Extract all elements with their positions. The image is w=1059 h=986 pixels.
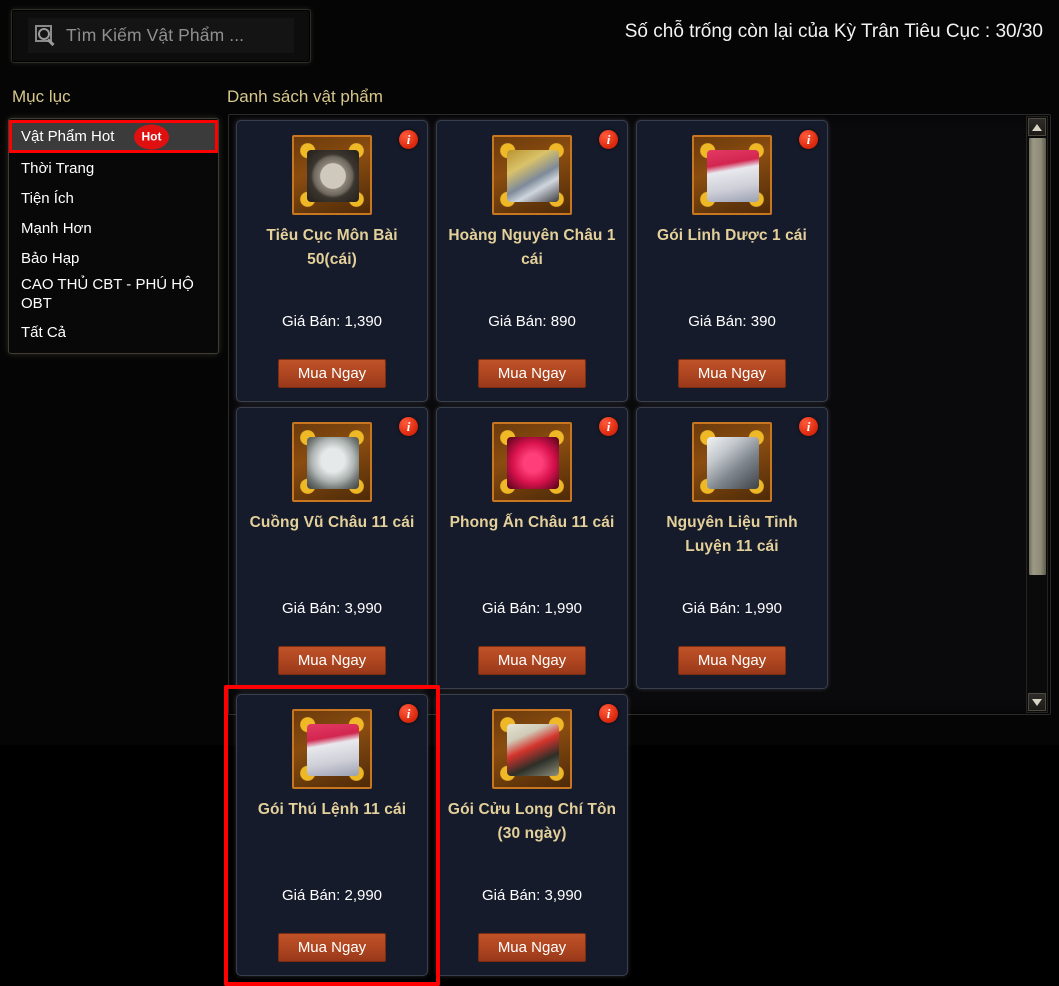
dragon-mask-icon [492, 709, 572, 789]
item-card-wrapper: i Gói Linh Dược 1 cái Giá Bán: 390 Mua Ngay [636, 120, 828, 402]
item-card[interactable]: i Tiêu Cục Môn Bài 50(cái) Giá Bán: 1,390 M… [236, 120, 428, 402]
silver-ore-icon [692, 422, 772, 502]
item-price: Giá Bán: 3,990 [481, 887, 583, 904]
item-card[interactable]: i Cuồng Vũ Châu 11 cái Giá Bán: 3,990 Mua N… [236, 407, 428, 689]
item-name: Gói Cửu Long Chí Tôn (30 ngày) [447, 801, 617, 842]
item-name: Gói Linh Dược 1 cái [657, 227, 807, 244]
sidebar-item-1[interactable]: Vật Phẩm Hot Hot [9, 120, 218, 153]
sidebar-item-5[interactable]: Bảo Hạp [9, 243, 218, 273]
item-price: Giá Bán: 390 [688, 313, 776, 330]
item-card-wrapper: i Phong Ấn Châu 11 cái Giá Bán: 1,990 Mua N… [436, 407, 628, 689]
red-potion-pack-icon [692, 135, 772, 215]
info-icon[interactable]: i [399, 417, 418, 436]
item-grid: i Tiêu Cục Môn Bài 50(cái) Giá Bán: 1,390 M… [224, 120, 1026, 986]
item-name: Cuồng Vũ Châu 11 cái [249, 514, 415, 531]
scrollbar-thumb[interactable] [1029, 138, 1046, 575]
item-card-wrapper: i Nguyên Liệu Tinh Luyện 11 cái Giá Bán: 1… [636, 407, 828, 689]
buy-now-button[interactable]: Mua Ngay [278, 646, 386, 675]
item-card[interactable]: i Gói Thú Lệnh 11 cái Giá Bán: 2,990 Mua Ng… [236, 694, 428, 976]
info-icon[interactable]: i [599, 417, 618, 436]
sidebar-item-3[interactable]: Tiện Ích [9, 183, 218, 213]
hot-badge: Hot [134, 124, 169, 149]
item-name: Nguyên Liệu Tinh Luyện 11 cái [666, 514, 798, 555]
item-name: Tiêu Cục Môn Bài 50(cái) [266, 227, 398, 268]
sidebar-item-label: Tiện Ích [21, 189, 74, 207]
item-price: Giá Bán: 2,990 [281, 887, 383, 904]
info-icon[interactable]: i [399, 130, 418, 149]
scrollbar-track[interactable] [1029, 138, 1046, 691]
item-list-title: Danh sách vật phẩm [227, 87, 383, 106]
item-list-panel: i Tiêu Cục Môn Bài 50(cái) Giá Bán: 1,390 M… [224, 114, 1051, 986]
top-bar: Tìm Kiếm Vật Phẩm ... Số chỗ trống còn l… [0, 0, 1059, 72]
wind-rune-icon [292, 422, 372, 502]
sidebar-item-2[interactable]: Thời Trang [9, 153, 218, 183]
sidebar-item-label: Vật Phẩm Hot [21, 128, 115, 145]
sidebar-item-6[interactable]: CAO THỦ CBT - PHÚ HỘ OBT [9, 273, 218, 317]
info-icon[interactable]: i [399, 704, 418, 723]
sidebar-item-label: Bảo Hạp [21, 249, 80, 267]
item-card[interactable]: i Gói Linh Dược 1 cái Giá Bán: 390 Mua Ngay [636, 120, 828, 402]
golden-orb-icon [492, 135, 572, 215]
chevron-down-icon [1032, 698, 1042, 706]
search-box[interactable]: Tìm Kiếm Vật Phẩm ... [11, 9, 311, 63]
item-price: Giá Bán: 890 [488, 313, 576, 330]
search-input[interactable]: Tìm Kiếm Vật Phẩm ... [66, 25, 244, 46]
buy-now-button[interactable]: Mua Ngay [678, 646, 786, 675]
item-card-wrapper: i Tiêu Cục Môn Bài 50(cái) Giá Bán: 1,390 M… [236, 120, 428, 402]
item-list-scrollbar[interactable] [1026, 116, 1048, 713]
sidebar-item-7[interactable]: Tất Cả [9, 317, 218, 347]
scroll-up-button[interactable] [1028, 118, 1046, 136]
item-card[interactable]: i Hoàng Nguyên Châu 1 cái Giá Bán: 890 Mua … [436, 120, 628, 402]
sidebar-title: Mục lục [12, 87, 71, 106]
sidebar-item-4[interactable]: Mạnh Hơn [9, 213, 218, 243]
item-card[interactable]: i Nguyên Liệu Tinh Luyện 11 cái Giá Bán: 1… [636, 407, 828, 689]
item-card-wrapper: i Gói Thú Lệnh 11 cái Giá Bán: 2,990 Mua Ng… [224, 685, 440, 986]
storage-slot-info: Số chỗ trống còn lại của Kỳ Trân Tiêu Cụ… [624, 21, 1043, 42]
category-sidebar: Vật Phẩm Hot Hot Thời Trang Tiện Ích Mạnh Hơ… [8, 118, 219, 354]
info-icon[interactable]: i [599, 130, 618, 149]
sidebar-item-label: CAO THỦ CBT - PHÚ HỘ OBT [21, 276, 194, 312]
search-icon [34, 24, 57, 47]
item-card-wrapper: i Cuồng Vũ Châu 11 cái Giá Bán: 3,990 Mua N… [236, 407, 428, 689]
seal-orb-icon [492, 422, 572, 502]
category-menu-list: Vật Phẩm Hot Hot Thời Trang Tiện Ích Mạnh Hơ… [9, 119, 218, 347]
sidebar-item-label: Mạnh Hơn [21, 219, 92, 237]
info-icon[interactable]: i [799, 417, 818, 436]
item-name: Hoàng Nguyên Châu 1 cái [448, 227, 616, 268]
scroll-down-button[interactable] [1028, 693, 1046, 711]
info-icon[interactable]: i [799, 130, 818, 149]
buy-now-button[interactable]: Mua Ngay [278, 933, 386, 962]
buy-now-button[interactable]: Mua Ngay [678, 359, 786, 388]
item-price: Giá Bán: 3,990 [281, 600, 383, 617]
info-icon[interactable]: i [599, 704, 618, 723]
item-price: Giá Bán: 1,990 [481, 600, 583, 617]
buy-now-button[interactable]: Mua Ngay [478, 359, 586, 388]
wheel-token-icon [292, 135, 372, 215]
item-card[interactable]: i Phong Ấn Châu 11 cái Giá Bán: 1,990 Mua N… [436, 407, 628, 689]
buy-now-button[interactable]: Mua Ngay [478, 933, 586, 962]
buy-now-button[interactable]: Mua Ngay [278, 359, 386, 388]
buy-now-button[interactable]: Mua Ngay [478, 646, 586, 675]
item-price: Giá Bán: 1,390 [281, 313, 383, 330]
sidebar-item-label: Thời Trang [21, 159, 95, 177]
item-card-wrapper: i Gói Cửu Long Chí Tôn (30 ngày) Giá Bán: … [436, 694, 628, 976]
chevron-up-icon [1032, 123, 1042, 131]
item-price: Giá Bán: 1,990 [681, 600, 783, 617]
item-name: Gói Thú Lệnh 11 cái [257, 801, 407, 818]
red-potion-pack-icon [292, 709, 372, 789]
search-input-wrapper[interactable]: Tìm Kiếm Vật Phẩm ... [28, 18, 294, 53]
item-card[interactable]: i Gói Cửu Long Chí Tôn (30 ngày) Giá Bán: … [436, 694, 628, 976]
sidebar-item-label: Tất Cả [21, 323, 67, 341]
item-name: Phong Ấn Châu 11 cái [449, 514, 615, 531]
item-card-wrapper: i Hoàng Nguyên Châu 1 cái Giá Bán: 890 Mua … [436, 120, 628, 402]
